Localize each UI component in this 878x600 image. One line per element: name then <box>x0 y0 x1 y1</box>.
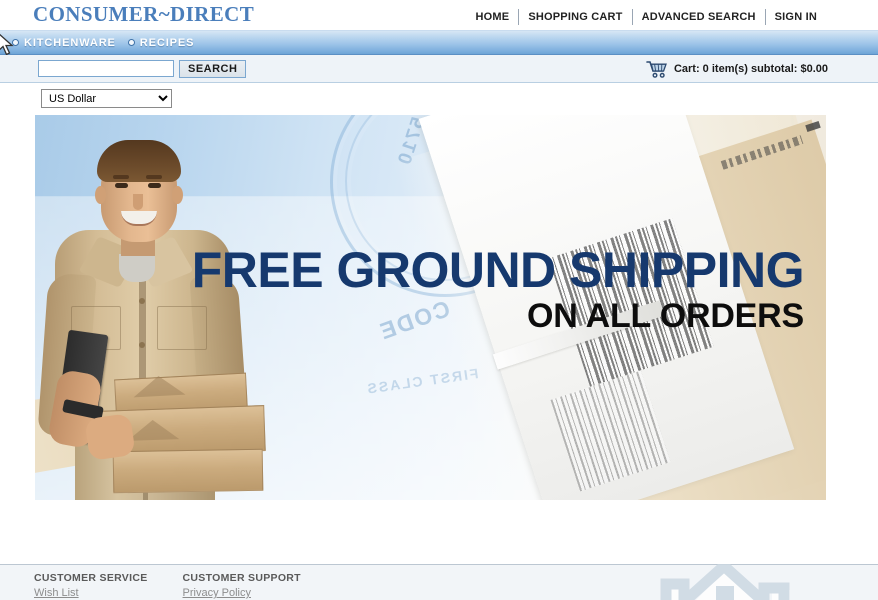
page-footer: CUSTOMER SERVICE Wish List CUSTOMER SUPP… <box>0 564 878 600</box>
currency-select[interactable]: US Dollar <box>41 89 172 108</box>
promo-banner[interactable]: CODE 5710 ZONE FIRST CLASS <box>35 115 826 500</box>
topnav-item-home[interactable]: HOME <box>467 9 519 25</box>
site-logo[interactable]: CONSUMER~DIRECT <box>33 2 254 27</box>
footer-column-customer-support: CUSTOMER SUPPORT Privacy Policy <box>183 572 301 599</box>
nav-item-kitchenware[interactable]: KITCHENWARE <box>12 37 116 49</box>
search-input[interactable] <box>38 60 174 77</box>
search-bar: SEARCH Cart: 0 item(s) subtotal: $0.00 <box>0 55 878 83</box>
currency-row: US Dollar <box>0 83 878 115</box>
bullet-icon <box>127 39 135 46</box>
banner-section: CODE 5710 ZONE FIRST CLASS <box>0 115 878 505</box>
top-navigation: HOME SHOPPING CART ADVANCED SEARCH SIGN … <box>467 9 826 25</box>
topnav-item-shopping-cart[interactable]: SHOPPING CART <box>519 9 631 25</box>
header-top: CONSUMER~DIRECT HOME SHOPPING CART ADVAN… <box>0 0 878 30</box>
topnav-item-sign-in[interactable]: SIGN IN <box>766 9 826 25</box>
nav-item-label: KITCHENWARE <box>24 36 116 49</box>
footer-heading: CUSTOMER SERVICE <box>34 572 148 584</box>
cart-summary-text: Cart: 0 item(s) subtotal: $0.00 <box>673 63 828 75</box>
shopping-cart-icon <box>646 61 667 78</box>
footer-columns: CUSTOMER SERVICE Wish List CUSTOMER SUPP… <box>34 572 301 599</box>
search-button[interactable]: SEARCH <box>179 59 247 78</box>
footer-link-privacy-policy[interactable]: Privacy Policy <box>183 587 301 599</box>
main-navigation-bar: KITCHENWARE RECIPES <box>0 30 878 56</box>
footer-column-customer-service: CUSTOMER SERVICE Wish List <box>34 572 148 599</box>
delivery-man-photo <box>35 115 285 500</box>
topnav-item-advanced-search[interactable]: ADVANCED SEARCH <box>633 9 765 25</box>
nav-item-recipes[interactable]: RECIPES <box>127 36 195 49</box>
nav-item-label: RECIPES <box>139 36 195 49</box>
cart-summary[interactable]: Cart: 0 item(s) subtotal: $0.00 <box>646 55 828 83</box>
footer-heading: CUSTOMER SUPPORT <box>182 572 301 584</box>
footer-link-wish-list[interactable]: Wish List <box>34 587 148 599</box>
page-root: CONSUMER~DIRECT HOME SHOPPING CART ADVAN… <box>0 0 878 600</box>
bullet-icon <box>12 39 19 46</box>
house-watermark-icon <box>660 564 790 600</box>
